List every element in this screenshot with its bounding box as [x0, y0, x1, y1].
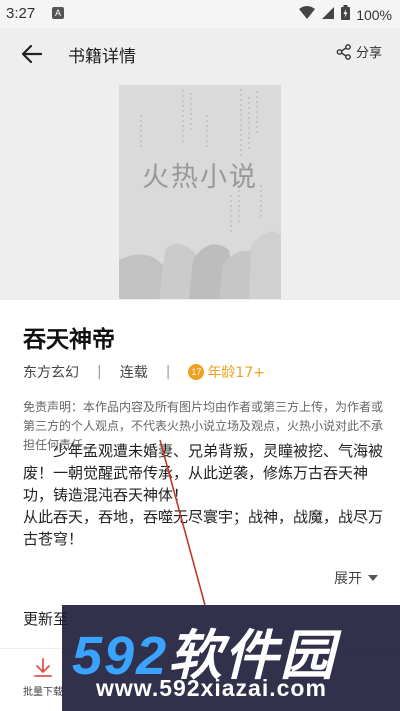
status-time: 3:27 — [6, 5, 36, 22]
battery-icon — [341, 5, 351, 24]
intro-paragraph: 少年孟观遭未婚妻、兄弟背叛，灵瞳被挖、气海被废！一朝觉醒武帝传承，从此逆袭，修炼… — [23, 442, 384, 504]
status-right: 100% — [299, 5, 392, 24]
batch-download-button[interactable]: 批量下载 — [18, 657, 68, 698]
share-icon — [336, 43, 351, 60]
notification-icon: A — [52, 7, 64, 19]
age-rating-icon: 17 — [188, 364, 205, 380]
status-bar: 3:27 A 100% — [0, 0, 400, 28]
book-intro: 少年孟观遭未婚妻、兄弟背叛，灵瞳被挖、气海被废！一朝觉醒武帝传承，从此逆袭，修炼… — [23, 440, 383, 550]
signal-icon — [321, 6, 335, 24]
expand-label: 展开 — [334, 571, 362, 587]
book-category[interactable]: 东方玄幻 — [23, 362, 79, 382]
wifi-icon — [299, 5, 316, 24]
share-label: 分享 — [355, 46, 382, 61]
age-rating-badge: 17 年龄17+ — [188, 362, 265, 382]
book-title: 吞天神帝 — [23, 327, 115, 353]
meta-divider: | — [97, 364, 102, 380]
age-rating-label: 年龄17+ — [207, 365, 265, 381]
page-title: 书籍详情 — [68, 47, 136, 67]
book-cover[interactable]: 火热小说 — [119, 85, 281, 299]
cover-title: 火热小说 — [142, 162, 258, 193]
share-button[interactable]: 分享 — [336, 42, 382, 61]
watermark-url: www.592xiazai.com — [96, 675, 327, 701]
arrow-left-icon — [22, 45, 42, 63]
navbar: 书籍详情 分享 — [0, 28, 400, 80]
intro-paragraph: 从此吞天，吞地，吞噬无尽寰宇；战神，战魔，战尽万古苍穹！ — [23, 508, 384, 548]
expand-button[interactable]: 展开 — [328, 568, 378, 588]
watermark-logo: 592软件园 www.592xiazai.com — [62, 605, 400, 711]
battery-percent: 100% — [356, 6, 392, 23]
book-status: 连载 — [119, 365, 148, 381]
download-icon — [34, 658, 52, 677]
back-button[interactable] — [18, 40, 46, 68]
meta-divider: | — [165, 364, 171, 380]
caret-down-icon — [368, 575, 378, 581]
book-meta: 东方玄幻 | 连载 | 17 年龄17+ — [23, 362, 265, 382]
batch-download-label: 批量下载 — [23, 687, 63, 698]
